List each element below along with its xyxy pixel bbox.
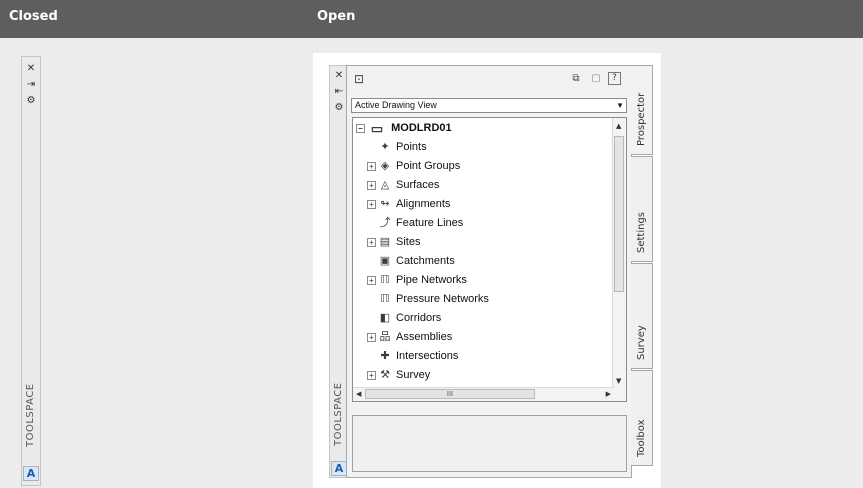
tree-item[interactable]: ✦ Points <box>367 138 427 157</box>
tree-item[interactable]: + ◈ Point Groups <box>367 157 460 176</box>
tab-label: Prospector <box>636 92 647 146</box>
view-dropdown-value: Active Drawing View <box>355 100 437 110</box>
scroll-right-icon[interactable]: ▶ <box>606 390 611 398</box>
scroll-left-icon[interactable]: ◀ <box>356 390 361 398</box>
drawing-icon: ▭ <box>370 120 384 136</box>
autocad-logo-icon[interactable]: A <box>23 466 39 481</box>
tree-item-icon: ℿ <box>380 292 390 305</box>
tree-item-label: Pipe Networks <box>396 274 467 286</box>
expand-icon[interactable]: + <box>367 161 376 171</box>
tab-toolbox[interactable]: Toolbox <box>631 370 653 466</box>
tree-item[interactable]: + 品 Assemblies <box>367 328 452 347</box>
tree-item-icon: ▣ <box>379 254 391 267</box>
tree-item-label: Point Groups <box>396 160 461 172</box>
header-bar: Closed Open <box>0 0 863 38</box>
scroll-down-icon[interactable]: ▼ <box>616 377 621 385</box>
item-preview-area <box>352 415 627 472</box>
tree-item-label: Alignments <box>396 198 451 210</box>
tree-root-label: MODLRD01 <box>391 122 452 134</box>
toolspace-title: TOOLSPACE <box>333 382 344 446</box>
tree-item-icon: 品 <box>379 330 391 343</box>
tree-item-label: Surfaces <box>396 179 440 191</box>
expand-icon[interactable]: + <box>367 199 376 209</box>
tab-label: Settings <box>636 211 647 253</box>
closed-heading: Closed <box>9 9 58 24</box>
tab-label: Survey <box>636 325 647 360</box>
tree-item[interactable]: + ℿ Pipe Networks <box>367 271 467 290</box>
view-icon[interactable]: ⊡ <box>352 72 366 86</box>
expand-icon[interactable]: + <box>367 275 376 285</box>
tree-item[interactable]: + ◬ Surfaces <box>367 176 439 195</box>
tab-label: Toolbox <box>636 419 647 458</box>
tree-item[interactable]: ▣ Catchments <box>367 252 455 271</box>
open-heading: Open <box>317 9 356 24</box>
tree-item-label: Corridors <box>396 312 442 324</box>
tree-item-label: Pressure Networks <box>396 293 489 305</box>
panel-icon[interactable]: ▢ <box>589 72 603 86</box>
autocad-logo-icon[interactable]: A <box>331 461 347 476</box>
tree-item[interactable]: + ▤ Sites <box>367 233 420 252</box>
vertical-scrollbar[interactable]: ▲ ▼ <box>612 118 626 401</box>
tree-item-label: Intersections <box>396 350 459 362</box>
tree-item-label: Survey <box>396 369 431 381</box>
tree-item[interactable]: + ↬ Alignments <box>367 195 450 214</box>
vertical-scroll-thumb[interactable] <box>614 136 624 292</box>
help-icon[interactable]: ? <box>608 72 621 85</box>
close-icon[interactable]: ✕ <box>22 63 40 75</box>
tree-item[interactable]: ℿ Pressure Networks <box>367 290 489 309</box>
panel-toolbar: ⊡ ⧉ ▢ ? <box>347 66 631 94</box>
tree-item-icon: ℿ <box>380 273 390 286</box>
tree-root[interactable]: − ▭ MODLRD01 <box>356 119 452 138</box>
view-dropdown[interactable]: Active Drawing View ▼ <box>351 98 627 113</box>
tree-item[interactable]: ⤴ Feature Lines <box>367 214 464 233</box>
chevron-down-icon[interactable]: ▼ <box>616 99 624 112</box>
prospector-tree: − ▭ MODLRD01 ✦ Points + ◈ Point Groups + ◬ Surf… <box>352 117 627 402</box>
tree-item-label: Feature Lines <box>396 217 464 229</box>
toolspace-title: TOOLSPACE <box>25 383 36 447</box>
toolspace-closed-palette[interactable]: ✕ ⇥ ⚙ TOOLSPACE A <box>21 56 41 486</box>
expand-icon[interactable]: + <box>367 332 376 342</box>
tree-item-icon: ◧ <box>379 311 391 324</box>
tree-item[interactable]: + ⚒ Survey <box>367 366 430 385</box>
scroll-up-icon[interactable]: ▲ <box>616 122 621 130</box>
copy-icon[interactable]: ⧉ <box>569 72 583 86</box>
tab-survey[interactable]: Survey <box>631 263 653 369</box>
tree-item-icon: ✚ <box>380 349 390 362</box>
expand-icon[interactable]: + <box>367 180 376 190</box>
tree-item-icon: ◈ <box>380 159 390 172</box>
expand-icon[interactable]: + <box>367 370 376 380</box>
tree-item-icon: ⤴ <box>379 216 391 229</box>
tree-item-label: Assemblies <box>396 331 453 343</box>
tab-settings[interactable]: Settings <box>631 156 653 262</box>
prospector-panel: ⊡ ⧉ ▢ ? Active Drawing View ▼ − ▭ MODLRD… <box>346 65 632 478</box>
tree-item[interactable]: ◧ Corridors <box>367 309 441 328</box>
autohide-icon[interactable]: ⇥ <box>22 79 40 91</box>
collapse-icon[interactable]: − <box>356 123 365 133</box>
tree-item-icon: ⚒ <box>380 368 390 381</box>
tree-item-icon: ◬ <box>380 178 390 191</box>
tree-item-label: Catchments <box>396 255 455 267</box>
expand-icon[interactable]: + <box>367 237 376 247</box>
tree-item-icon: ✦ <box>380 140 390 153</box>
tree-item-label: Points <box>396 141 427 153</box>
properties-icon[interactable]: ⚙ <box>22 95 40 107</box>
open-palette-frame: ✕ ⇤ ⚙ TOOLSPACE A ⊡ ⧉ ▢ ? Active Drawing… <box>313 53 661 488</box>
tab-prospector[interactable]: Prospector <box>631 65 653 155</box>
horizontal-scroll-thumb[interactable]: III <box>365 389 535 399</box>
tree-item-icon: ▤ <box>379 235 391 248</box>
tree-item[interactable]: ✚ Intersections <box>367 347 458 366</box>
tree-item-icon: ↬ <box>380 197 390 210</box>
horizontal-scrollbar[interactable]: ◀ III ▶ <box>353 387 615 401</box>
tree-item-label: Sites <box>396 236 421 248</box>
